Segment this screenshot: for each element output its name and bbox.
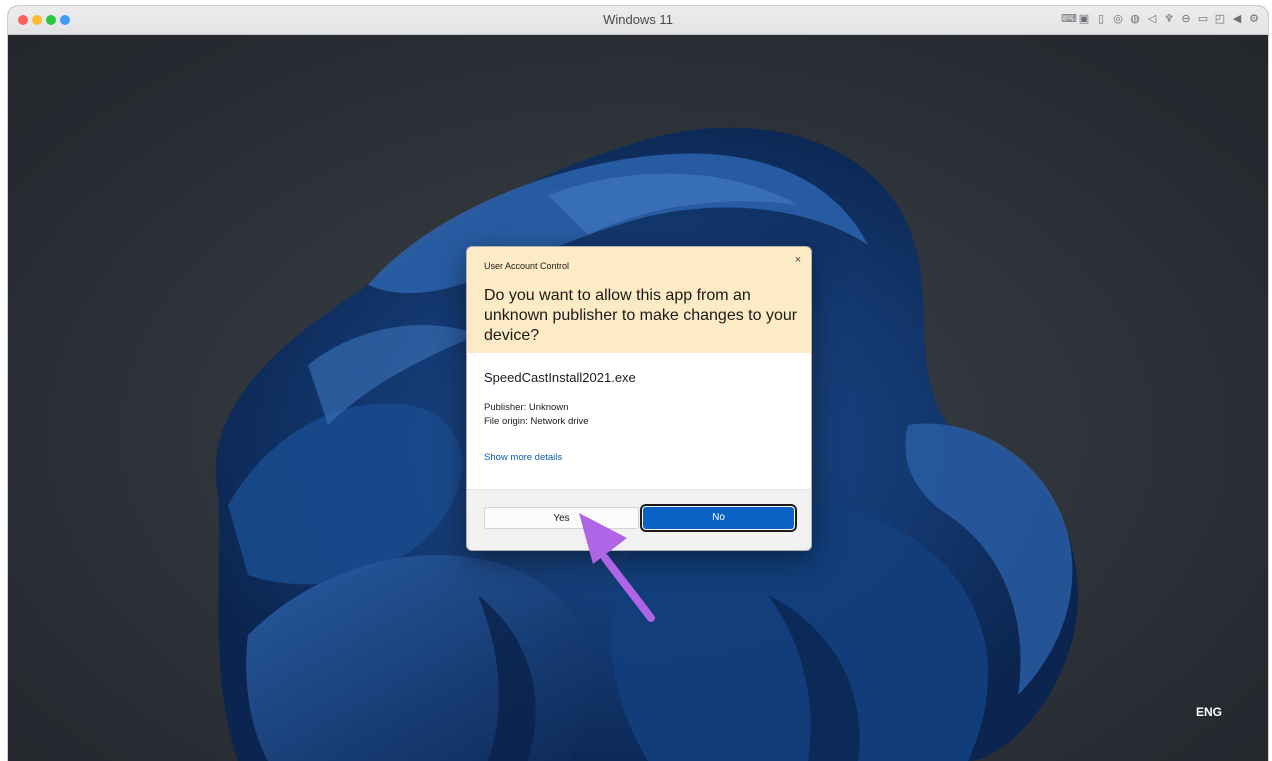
app-name: SpeedCastInstall2021.exe xyxy=(484,370,636,385)
gear-icon[interactable]: ⚙ xyxy=(1248,12,1260,26)
keyboard-icon[interactable]: ⌨ xyxy=(1061,12,1077,26)
printer-icon[interactable]: ⊖ xyxy=(1180,12,1192,26)
no-button[interactable]: No xyxy=(643,507,794,529)
globe-icon[interactable]: ◍ xyxy=(1129,12,1141,26)
file-origin-text: File origin: Network drive xyxy=(484,416,589,427)
uac-dialog: User Account Control × Do you want to al… xyxy=(466,246,812,551)
speaker-icon[interactable]: ◁ xyxy=(1146,12,1158,26)
disc-icon[interactable]: ◎ xyxy=(1112,12,1124,26)
uac-header: User Account Control × Do you want to al… xyxy=(467,247,811,353)
yes-button[interactable]: Yes xyxy=(484,507,639,529)
camera-icon[interactable]: ▭ xyxy=(1197,12,1209,26)
uac-caption: User Account Control xyxy=(484,261,570,271)
close-icon[interactable]: × xyxy=(791,253,805,267)
show-more-details-link[interactable]: Show more details xyxy=(484,452,562,463)
window-titlebar[interactable]: Windows 11 ⌨ ▣ ▯ ◎ ◍ ◁ ♆ ⊖ ▭ ◰ ◀ ⚙ xyxy=(8,6,1268,35)
uac-question: Do you want to allow this app from an un… xyxy=(484,287,798,344)
vm-toolbar: ⌨ ▣ ▯ ◎ ◍ ◁ ♆ ⊖ ▭ ◰ ◀ ⚙ xyxy=(1061,12,1260,26)
desktop: User Account Control × Do you want to al… xyxy=(8,35,1268,761)
vm-window: Windows 11 ⌨ ▣ ▯ ◎ ◍ ◁ ♆ ⊖ ▭ ◰ ◀ ⚙ User … xyxy=(8,6,1268,761)
microphone-icon[interactable]: ♆ xyxy=(1163,12,1175,26)
usb-icon[interactable]: ▯ xyxy=(1095,12,1107,26)
publisher-text: Publisher: Unknown xyxy=(484,402,569,413)
uac-footer: Yes No xyxy=(467,489,811,550)
screen-share-icon[interactable]: ◰ xyxy=(1214,12,1226,26)
language-indicator[interactable]: ENG xyxy=(1196,705,1222,719)
arrow-left-icon[interactable]: ◀ xyxy=(1231,12,1243,26)
cpu-icon[interactable]: ▣ xyxy=(1078,12,1090,26)
